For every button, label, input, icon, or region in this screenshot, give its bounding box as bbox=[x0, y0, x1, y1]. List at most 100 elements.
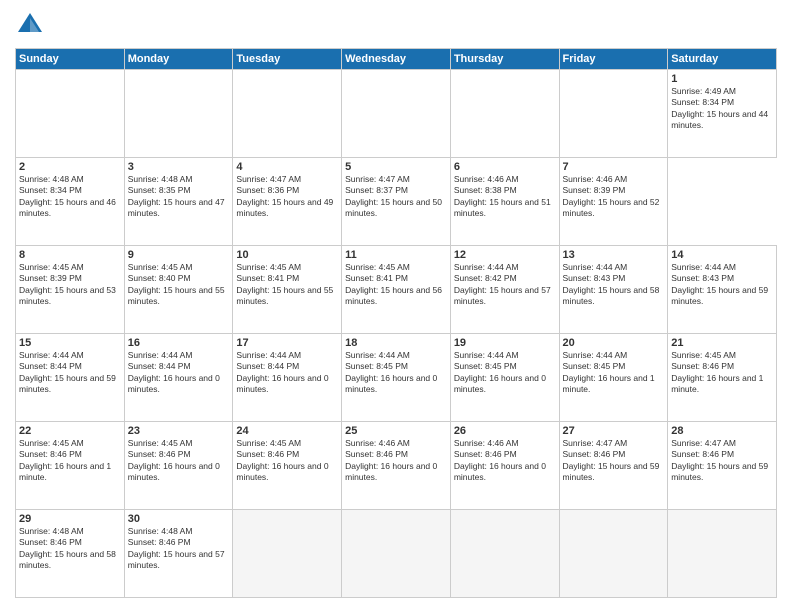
day-info: Sunrise: 4:45 AMSunset: 8:46 PMDaylight:… bbox=[671, 350, 773, 396]
day-number: 11 bbox=[345, 249, 447, 261]
logo-icon bbox=[15, 10, 45, 40]
header-day: Tuesday bbox=[233, 49, 342, 70]
day-info: Sunrise: 4:48 AMSunset: 8:46 PMDaylight:… bbox=[128, 526, 230, 572]
day-info: Sunrise: 4:47 AMSunset: 8:46 PMDaylight:… bbox=[671, 438, 773, 484]
day-info: Sunrise: 4:46 AMSunset: 8:46 PMDaylight:… bbox=[454, 438, 556, 484]
header-day: Thursday bbox=[450, 49, 559, 70]
week-row: 29Sunrise: 4:48 AMSunset: 8:46 PMDayligh… bbox=[16, 510, 777, 598]
day-info: Sunrise: 4:44 AMSunset: 8:45 PMDaylight:… bbox=[454, 350, 556, 396]
day-cell bbox=[450, 510, 559, 598]
day-number: 26 bbox=[454, 425, 556, 437]
day-number: 19 bbox=[454, 337, 556, 349]
day-info: Sunrise: 4:44 AMSunset: 8:43 PMDaylight:… bbox=[671, 262, 773, 308]
week-row: 22Sunrise: 4:45 AMSunset: 8:46 PMDayligh… bbox=[16, 422, 777, 510]
day-number: 12 bbox=[454, 249, 556, 261]
day-cell: 6Sunrise: 4:46 AMSunset: 8:38 PMDaylight… bbox=[450, 158, 559, 246]
day-info: Sunrise: 4:46 AMSunset: 8:39 PMDaylight:… bbox=[563, 174, 665, 220]
day-cell bbox=[450, 70, 559, 158]
header-day: Sunday bbox=[16, 49, 125, 70]
day-cell bbox=[342, 510, 451, 598]
day-number: 30 bbox=[128, 513, 230, 525]
day-cell: 27Sunrise: 4:47 AMSunset: 8:46 PMDayligh… bbox=[559, 422, 668, 510]
day-cell bbox=[342, 70, 451, 158]
day-number: 24 bbox=[236, 425, 338, 437]
day-number: 18 bbox=[345, 337, 447, 349]
week-row: 15Sunrise: 4:44 AMSunset: 8:44 PMDayligh… bbox=[16, 334, 777, 422]
day-number: 4 bbox=[236, 161, 338, 173]
day-cell: 24Sunrise: 4:45 AMSunset: 8:46 PMDayligh… bbox=[233, 422, 342, 510]
day-cell: 9Sunrise: 4:45 AMSunset: 8:40 PMDaylight… bbox=[124, 246, 233, 334]
day-number: 13 bbox=[563, 249, 665, 261]
day-cell: 11Sunrise: 4:45 AMSunset: 8:41 PMDayligh… bbox=[342, 246, 451, 334]
day-info: Sunrise: 4:44 AMSunset: 8:45 PMDaylight:… bbox=[345, 350, 447, 396]
day-info: Sunrise: 4:46 AMSunset: 8:38 PMDaylight:… bbox=[454, 174, 556, 220]
day-number: 21 bbox=[671, 337, 773, 349]
day-number: 15 bbox=[19, 337, 121, 349]
header-row: SundayMondayTuesdayWednesdayThursdayFrid… bbox=[16, 49, 777, 70]
day-cell bbox=[124, 70, 233, 158]
day-cell: 3Sunrise: 4:48 AMSunset: 8:35 PMDaylight… bbox=[124, 158, 233, 246]
day-cell: 15Sunrise: 4:44 AMSunset: 8:44 PMDayligh… bbox=[16, 334, 125, 422]
day-number: 6 bbox=[454, 161, 556, 173]
day-cell bbox=[233, 510, 342, 598]
day-number: 20 bbox=[563, 337, 665, 349]
day-number: 5 bbox=[345, 161, 447, 173]
day-number: 16 bbox=[128, 337, 230, 349]
day-cell bbox=[559, 70, 668, 158]
day-info: Sunrise: 4:47 AMSunset: 8:46 PMDaylight:… bbox=[563, 438, 665, 484]
day-cell: 12Sunrise: 4:44 AMSunset: 8:42 PMDayligh… bbox=[450, 246, 559, 334]
day-info: Sunrise: 4:44 AMSunset: 8:45 PMDaylight:… bbox=[563, 350, 665, 396]
day-info: Sunrise: 4:45 AMSunset: 8:41 PMDaylight:… bbox=[236, 262, 338, 308]
header-day: Saturday bbox=[668, 49, 777, 70]
day-cell: 16Sunrise: 4:44 AMSunset: 8:44 PMDayligh… bbox=[124, 334, 233, 422]
day-cell: 19Sunrise: 4:44 AMSunset: 8:45 PMDayligh… bbox=[450, 334, 559, 422]
day-cell: 28Sunrise: 4:47 AMSunset: 8:46 PMDayligh… bbox=[668, 422, 777, 510]
day-info: Sunrise: 4:45 AMSunset: 8:46 PMDaylight:… bbox=[19, 438, 121, 484]
header bbox=[15, 10, 777, 40]
day-info: Sunrise: 4:45 AMSunset: 8:46 PMDaylight:… bbox=[236, 438, 338, 484]
day-number: 3 bbox=[128, 161, 230, 173]
day-info: Sunrise: 4:47 AMSunset: 8:37 PMDaylight:… bbox=[345, 174, 447, 220]
week-row: 2Sunrise: 4:48 AMSunset: 8:34 PMDaylight… bbox=[16, 158, 777, 246]
day-cell: 20Sunrise: 4:44 AMSunset: 8:45 PMDayligh… bbox=[559, 334, 668, 422]
day-info: Sunrise: 4:44 AMSunset: 8:42 PMDaylight:… bbox=[454, 262, 556, 308]
day-number: 28 bbox=[671, 425, 773, 437]
logo bbox=[15, 10, 49, 40]
header-day: Friday bbox=[559, 49, 668, 70]
day-info: Sunrise: 4:44 AMSunset: 8:44 PMDaylight:… bbox=[236, 350, 338, 396]
day-info: Sunrise: 4:48 AMSunset: 8:35 PMDaylight:… bbox=[128, 174, 230, 220]
day-info: Sunrise: 4:48 AMSunset: 8:46 PMDaylight:… bbox=[19, 526, 121, 572]
day-cell: 10Sunrise: 4:45 AMSunset: 8:41 PMDayligh… bbox=[233, 246, 342, 334]
day-number: 10 bbox=[236, 249, 338, 261]
day-cell: 29Sunrise: 4:48 AMSunset: 8:46 PMDayligh… bbox=[16, 510, 125, 598]
day-info: Sunrise: 4:44 AMSunset: 8:44 PMDaylight:… bbox=[128, 350, 230, 396]
day-number: 22 bbox=[19, 425, 121, 437]
day-number: 8 bbox=[19, 249, 121, 261]
day-cell: 5Sunrise: 4:47 AMSunset: 8:37 PMDaylight… bbox=[342, 158, 451, 246]
calendar: SundayMondayTuesdayWednesdayThursdayFrid… bbox=[15, 48, 777, 598]
day-info: Sunrise: 4:45 AMSunset: 8:40 PMDaylight:… bbox=[128, 262, 230, 308]
day-info: Sunrise: 4:44 AMSunset: 8:44 PMDaylight:… bbox=[19, 350, 121, 396]
day-cell: 21Sunrise: 4:45 AMSunset: 8:46 PMDayligh… bbox=[668, 334, 777, 422]
day-cell: 2Sunrise: 4:48 AMSunset: 8:34 PMDaylight… bbox=[16, 158, 125, 246]
day-info: Sunrise: 4:47 AMSunset: 8:36 PMDaylight:… bbox=[236, 174, 338, 220]
week-row: 1Sunrise: 4:49 AMSunset: 8:34 PMDaylight… bbox=[16, 70, 777, 158]
day-info: Sunrise: 4:45 AMSunset: 8:46 PMDaylight:… bbox=[128, 438, 230, 484]
day-cell: 26Sunrise: 4:46 AMSunset: 8:46 PMDayligh… bbox=[450, 422, 559, 510]
day-number: 2 bbox=[19, 161, 121, 173]
day-cell bbox=[668, 510, 777, 598]
day-number: 17 bbox=[236, 337, 338, 349]
day-info: Sunrise: 4:45 AMSunset: 8:39 PMDaylight:… bbox=[19, 262, 121, 308]
header-day: Wednesday bbox=[342, 49, 451, 70]
day-cell bbox=[233, 70, 342, 158]
day-number: 14 bbox=[671, 249, 773, 261]
day-number: 29 bbox=[19, 513, 121, 525]
day-number: 23 bbox=[128, 425, 230, 437]
day-info: Sunrise: 4:46 AMSunset: 8:46 PMDaylight:… bbox=[345, 438, 447, 484]
day-number: 9 bbox=[128, 249, 230, 261]
day-cell: 25Sunrise: 4:46 AMSunset: 8:46 PMDayligh… bbox=[342, 422, 451, 510]
day-cell: 13Sunrise: 4:44 AMSunset: 8:43 PMDayligh… bbox=[559, 246, 668, 334]
day-cell: 14Sunrise: 4:44 AMSunset: 8:43 PMDayligh… bbox=[668, 246, 777, 334]
day-cell bbox=[559, 510, 668, 598]
day-cell: 7Sunrise: 4:46 AMSunset: 8:39 PMDaylight… bbox=[559, 158, 668, 246]
